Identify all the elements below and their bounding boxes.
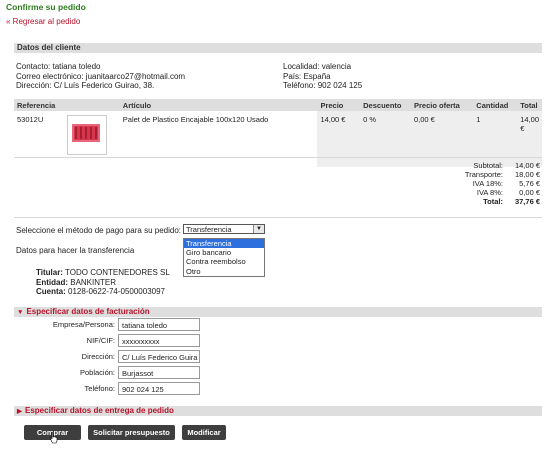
iva8-label: IVA 8%: bbox=[476, 188, 503, 197]
customer-contact: Contacto: tatiana toledo bbox=[16, 62, 101, 71]
col-header-quantity: Cantidad bbox=[473, 99, 518, 111]
holder-value: TODO CONTENEDORES SL bbox=[65, 268, 170, 277]
phone-label: Teléfono: bbox=[84, 384, 115, 393]
phone-field[interactable]: 902 024 125 bbox=[118, 382, 200, 395]
customer-section-header: Datos del cliente bbox=[14, 43, 542, 53]
company-label: Empresa/Persona: bbox=[52, 320, 115, 329]
hand-cursor-icon bbox=[50, 432, 58, 444]
billing-form: Empresa/Persona: tatiana toledo NIF/CIF:… bbox=[0, 318, 550, 400]
subtotal-label: Subtotal: bbox=[473, 161, 503, 170]
holder-label: Titular: bbox=[36, 268, 63, 277]
payment-option-bank-draft[interactable]: Giro bancario bbox=[184, 248, 264, 257]
cell-reference: 53012U bbox=[14, 111, 120, 167]
customer-phone: Teléfono: 902 024 125 bbox=[283, 81, 363, 90]
col-header-discount: Descuento bbox=[360, 99, 411, 111]
caret-down-icon: ▼ bbox=[17, 309, 24, 316]
customer-email: Correo electrónico: juanitaarco27@hotmai… bbox=[16, 71, 186, 81]
request-quote-button[interactable]: Solicitar presupuesto bbox=[88, 425, 175, 440]
chevron-down-icon[interactable]: ▼ bbox=[253, 225, 264, 233]
shipping-label: Transporte: bbox=[464, 170, 503, 179]
subtotal-value: 14,00 € bbox=[514, 161, 540, 170]
table-row: 53012U Palet de Plastico Encajable 100x1… bbox=[14, 111, 542, 167]
item-offer-price: 0,00 € bbox=[411, 111, 474, 167]
account-label: Cuenta: bbox=[36, 287, 66, 296]
company-field[interactable]: tatiana toledo bbox=[118, 318, 200, 331]
item-reference: 53012U bbox=[17, 115, 44, 124]
col-header-offer-price: Precio oferta bbox=[411, 99, 474, 111]
payment-method-dropdown[interactable]: Transferencia Giro bancario Contra reemb… bbox=[183, 238, 265, 277]
payment-option-other[interactable]: Otro bbox=[184, 267, 264, 276]
iva8-value: 0,00 € bbox=[519, 188, 540, 197]
pallet-image bbox=[72, 124, 100, 142]
account-value: 0128-0622-74-0500003097 bbox=[68, 287, 165, 296]
col-header-reference: Referencia bbox=[14, 99, 120, 111]
product-thumbnail[interactable] bbox=[67, 115, 107, 155]
customer-details-right: Localidad: valencia País: España Teléfon… bbox=[283, 62, 362, 91]
nif-field[interactable]: xxxxxxxxxx bbox=[118, 334, 200, 347]
payment-method-label: Seleccione el método de pago para su ped… bbox=[16, 226, 182, 235]
address-field[interactable]: C/ Luís Federico Guira bbox=[118, 350, 200, 363]
billing-section-header[interactable]: ▼ Especificar datos de facturación bbox=[14, 307, 542, 317]
iva18-value: 5,76 € bbox=[519, 179, 540, 188]
payment-option-cash-on-delivery[interactable]: Contra reembolso bbox=[184, 257, 264, 266]
customer-details-left: Contacto: tatiana toledo Correo electrón… bbox=[16, 62, 185, 91]
bank-label: Entidad: bbox=[36, 277, 68, 287]
customer-address: Dirección: C/ Luís Federico Guirao, 38. bbox=[16, 81, 155, 90]
total-label: Total: bbox=[483, 197, 503, 206]
col-header-total: Total bbox=[517, 99, 542, 111]
item-quantity: 1 bbox=[473, 111, 518, 167]
shipping-value: 18,00 € bbox=[514, 170, 540, 179]
delivery-section-header[interactable]: ▶ Especificar datos de entrega de pedido bbox=[14, 406, 542, 416]
totals-divider bbox=[14, 217, 542, 218]
payment-selected-value: Transferencia bbox=[186, 225, 232, 234]
bank-value: BANKINTER bbox=[70, 277, 117, 287]
item-total: 14,00 € bbox=[517, 111, 542, 167]
item-article: Palet de Plastico Encajable 100x120 Usad… bbox=[122, 115, 269, 124]
city-label: Población: bbox=[79, 368, 115, 377]
total-value: 37,76 € bbox=[514, 197, 540, 206]
delivery-title: Especificar datos de entrega de pedido bbox=[25, 406, 174, 415]
item-discount: 0 % bbox=[360, 111, 411, 167]
bank-details: Titular: TODO CONTENEDORES SL Entidad: B… bbox=[36, 268, 170, 297]
caret-right-icon: ▶ bbox=[17, 408, 22, 415]
address-label: Dirección: bbox=[81, 352, 115, 361]
back-to-order-link[interactable]: « Regresar al pedido bbox=[6, 17, 80, 26]
customer-locality: Localidad: valencia bbox=[283, 62, 352, 71]
modify-button[interactable]: Modificar bbox=[182, 425, 226, 440]
nif-label: NIF/CIF: bbox=[86, 336, 115, 345]
customer-country: País: España bbox=[283, 71, 331, 81]
transfer-info-label: Datos para hacer la transferencia bbox=[16, 246, 135, 255]
table-header-row: Referencia Artículo Precio Descuento Pre… bbox=[14, 99, 542, 111]
col-header-article: Artículo bbox=[119, 99, 318, 111]
payment-method-select[interactable]: Transferencia ▼ bbox=[183, 224, 265, 234]
page-title: Confirme su pedido bbox=[6, 2, 86, 12]
item-price: 14,00 € bbox=[317, 111, 361, 167]
col-header-price: Precio bbox=[317, 99, 361, 111]
billing-title: Especificar datos de facturación bbox=[26, 307, 150, 316]
order-totals: Subtotal: 14,00 € Transporte: 18,00 € IVA … bbox=[440, 161, 540, 206]
table-divider bbox=[14, 157, 542, 158]
payment-option-transfer[interactable]: Transferencia bbox=[184, 239, 264, 249]
city-field[interactable]: Burjassot bbox=[118, 366, 200, 379]
iva18-label: IVA 18%: bbox=[472, 179, 503, 188]
